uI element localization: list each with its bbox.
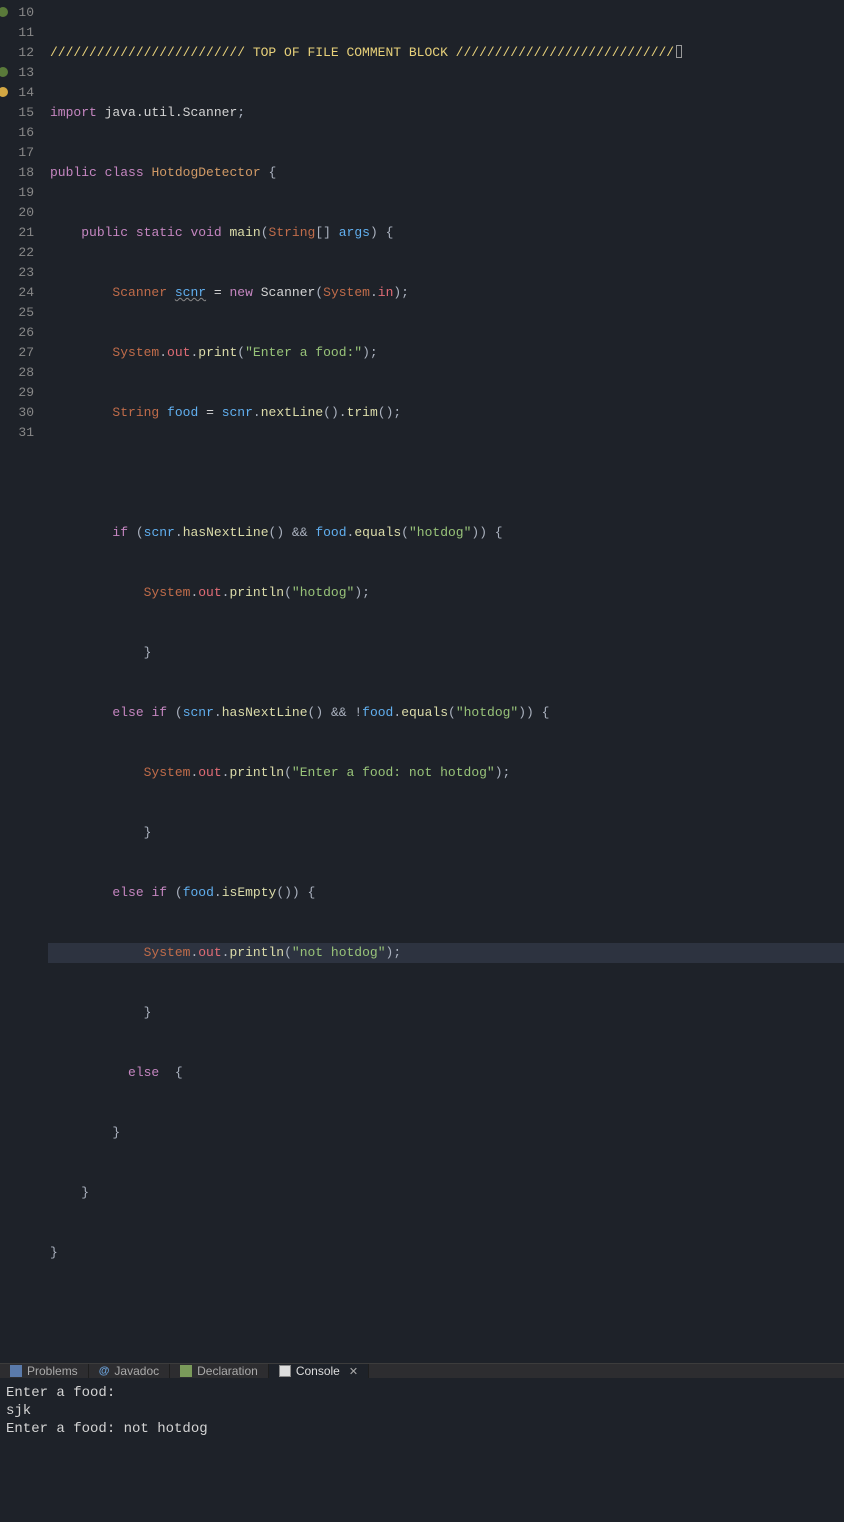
tab-javadoc[interactable]: @ Javadoc [89, 1364, 170, 1378]
editor-area: 10 11 12 13 14 15 16 17 18 19 20 21 22 2… [0, 0, 844, 1363]
fold-icon[interactable] [0, 7, 8, 17]
javadoc-icon: @ [99, 1365, 110, 1377]
tab-problems[interactable]: Problems [0, 1364, 89, 1378]
tab-console[interactable]: Console ✕ [269, 1364, 369, 1378]
gutter-line: 10 [0, 3, 34, 23]
problems-icon [10, 1365, 22, 1377]
line-number-gutter: 10 11 12 13 14 15 16 17 18 19 20 21 22 2… [0, 0, 42, 1363]
console-icon [279, 1365, 291, 1377]
cursor-icon [676, 45, 682, 58]
code-editor[interactable]: ///////////////////////// TOP OF FILE CO… [42, 0, 844, 1363]
bottom-panel-tabs: Problems @ Javadoc Declaration Console ✕ [0, 1363, 844, 1378]
tab-declaration[interactable]: Declaration [170, 1364, 269, 1378]
current-line: System.out.println("not hotdog"); [48, 943, 844, 963]
fold-icon[interactable] [0, 67, 8, 77]
comment: ///////////////////////// TOP OF FILE CO… [50, 45, 674, 60]
close-icon[interactable]: ✕ [349, 1365, 358, 1378]
declaration-icon [180, 1365, 192, 1377]
lightbulb-icon[interactable] [0, 87, 8, 97]
console-output[interactable]: Enter a food: sjk Enter a food: not hotd… [0, 1382, 844, 1522]
